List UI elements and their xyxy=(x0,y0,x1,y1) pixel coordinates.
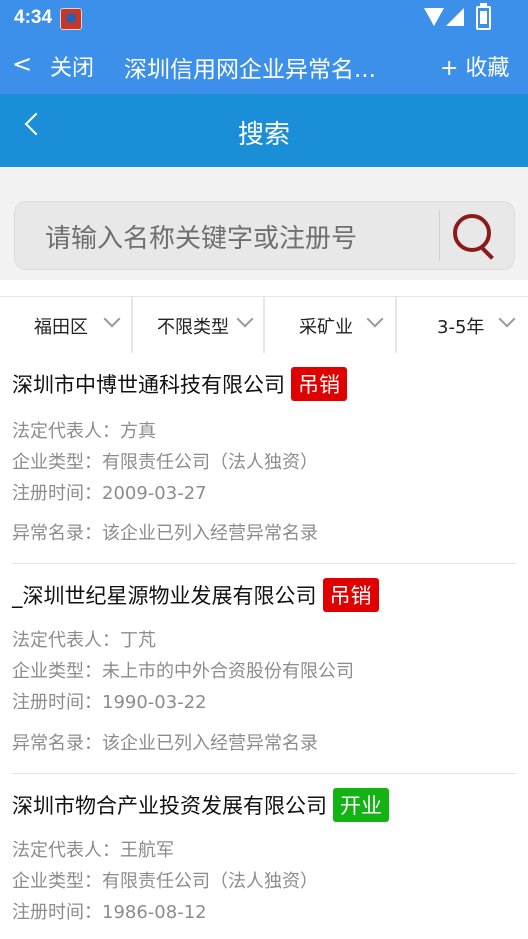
app-notification-icon xyxy=(60,8,82,30)
company-type: 企业类型：有限责任公司（法人独资） xyxy=(12,452,318,473)
status-bar: 4:34 xyxy=(0,0,528,36)
filter-bar: 福田区 不限类型 采矿业 3-5年 xyxy=(0,296,528,354)
company-name: 深圳市中博世通科技有限公司 吊销 xyxy=(12,367,347,401)
filter-label: 不限类型 xyxy=(157,317,229,338)
app-bar: < 关闭 深圳信用网企业异常名... + 收藏 xyxy=(0,36,528,94)
registration-date: 注册时间：1986-08-12 xyxy=(12,902,207,923)
company-type: 企业类型：有限责任公司（法人独资） xyxy=(12,871,318,892)
search-section: 请输入名称关键字或注册号 xyxy=(0,167,528,280)
legal-representative: 法定代表人：王航军 xyxy=(12,840,174,861)
favorite-button[interactable]: + 收藏 xyxy=(440,50,509,82)
close-button[interactable]: 关闭 xyxy=(50,50,94,82)
search-divider xyxy=(439,210,440,261)
chevron-down-icon xyxy=(366,310,384,328)
battery-icon xyxy=(476,3,491,30)
wifi-icon xyxy=(424,8,444,26)
back-icon[interactable]: < xyxy=(12,50,32,78)
company-name: _深圳世纪星源物业发展有限公司 吊销 xyxy=(12,578,379,612)
status-badge: 吊销 xyxy=(291,367,347,401)
filter-years[interactable]: 3-5年 xyxy=(397,297,528,353)
company-name: 深圳市物合产业投资发展有限公司 开业 xyxy=(12,788,389,822)
filter-district[interactable]: 福田区 xyxy=(0,297,133,353)
page-header: 搜索 xyxy=(0,94,528,167)
abnormal-status: 异常名录：该企业已列入经营异常名录 xyxy=(12,733,318,754)
filter-label: 福田区 xyxy=(34,317,88,338)
status-badge: 开业 xyxy=(333,788,389,822)
search-placeholder: 请输入名称关键字或注册号 xyxy=(45,224,358,254)
registration-date: 注册时间：1990-03-22 xyxy=(12,692,207,713)
legal-representative: 法定代表人：方真 xyxy=(12,421,156,442)
search-input[interactable]: 请输入名称关键字或注册号 xyxy=(14,201,515,270)
filter-type[interactable]: 不限类型 xyxy=(133,297,265,353)
filter-industry[interactable]: 采矿业 xyxy=(265,297,397,353)
chevron-down-icon xyxy=(236,310,254,328)
list-item[interactable]: 深圳市物合产业投资发展有限公司 开业 法定代表人：王航军 企业类型：有限责任公司（… xyxy=(0,774,528,939)
status-badge: 吊销 xyxy=(322,578,379,612)
status-time: 4:34 xyxy=(14,7,53,28)
abnormal-status: 异常名录：该企业已列入经营异常名录 xyxy=(12,523,318,544)
legal-representative: 法定代表人：丁芃 xyxy=(12,630,156,651)
search-icon[interactable] xyxy=(453,214,491,252)
app-title: 深圳信用网企业异常名... xyxy=(124,57,376,83)
list-item[interactable]: 深圳市中博世通科技有限公司 吊销 法定代表人：方真 企业类型：有限责任公司（法人独… xyxy=(0,353,528,563)
signal-icon xyxy=(446,8,464,26)
company-type: 企业类型：未上市的中外合资股份有限公司 xyxy=(12,661,354,682)
page-title: 搜索 xyxy=(237,120,290,150)
list-item[interactable]: _深圳世纪星源物业发展有限公司 吊销 法定代表人：丁芃 企业类型：未上市的中外合资… xyxy=(0,564,528,773)
filter-label: 采矿业 xyxy=(299,317,353,338)
chevron-down-icon xyxy=(103,310,121,328)
registration-date: 注册时间：2009-03-27 xyxy=(12,483,207,504)
filter-label: 3-5年 xyxy=(437,317,485,338)
chevron-down-icon xyxy=(498,310,516,328)
